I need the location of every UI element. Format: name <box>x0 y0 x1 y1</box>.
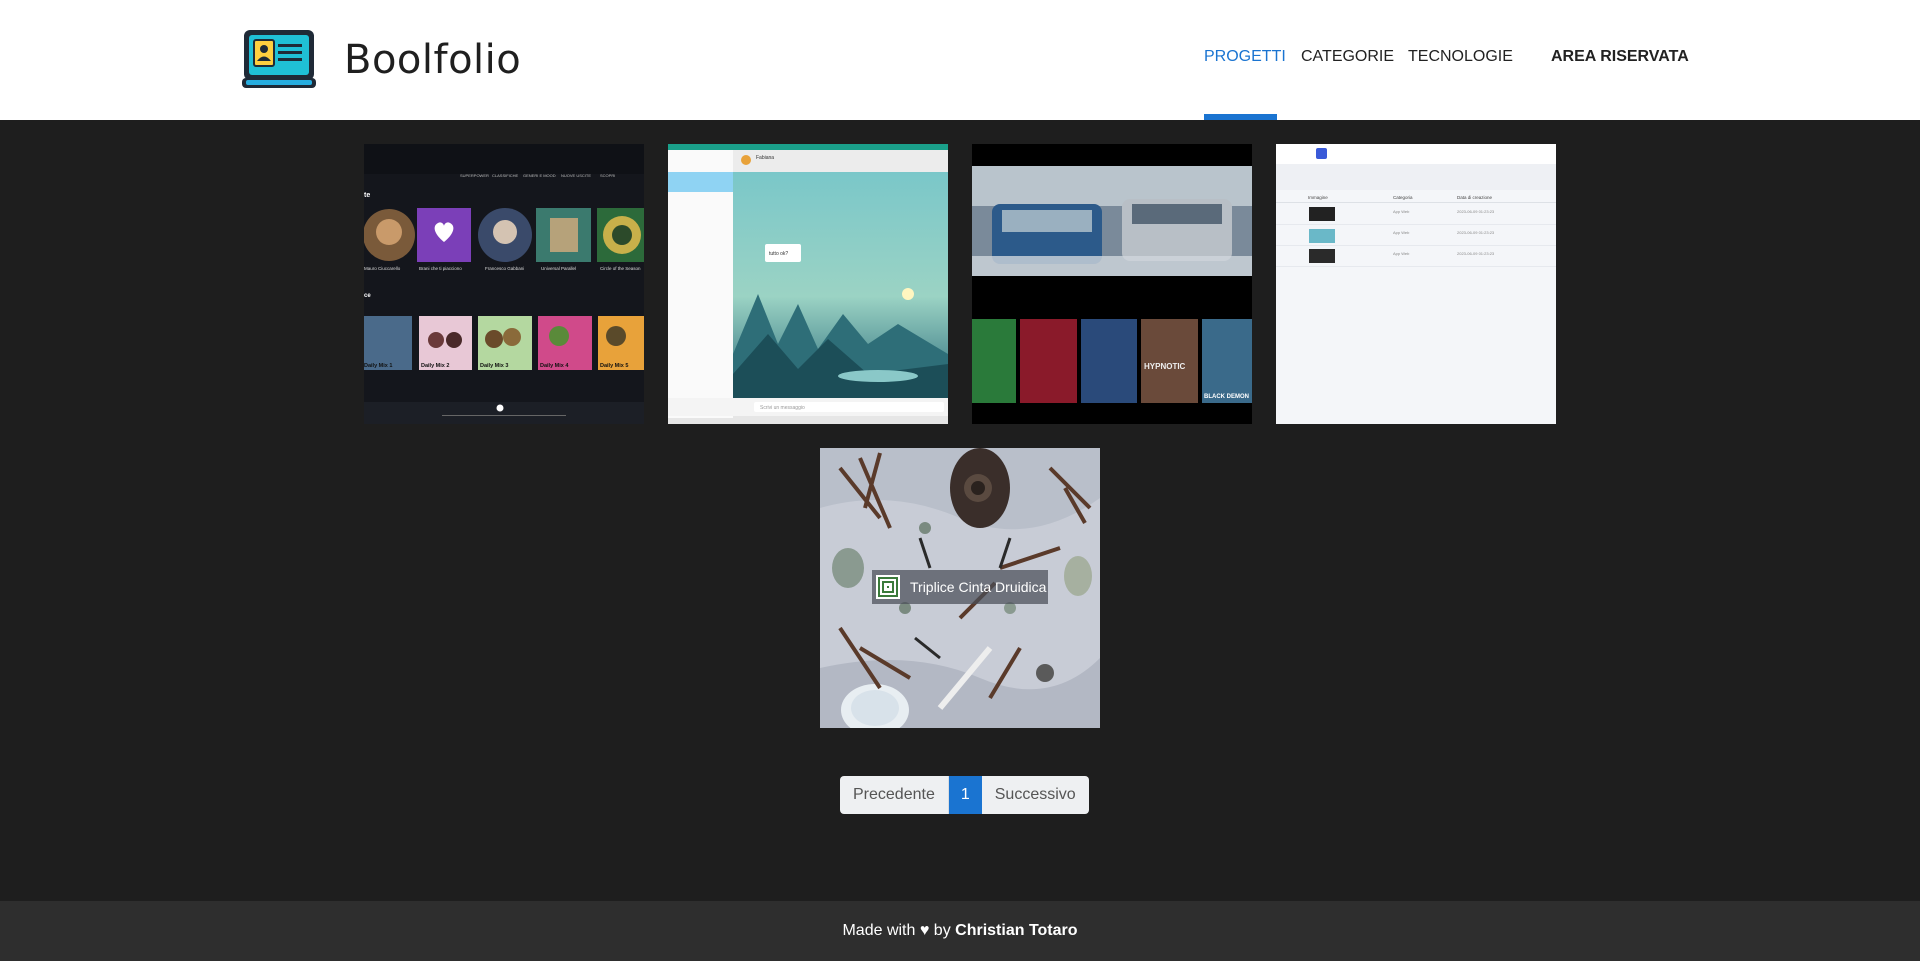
thumb-nav-4: SCOPRI <box>600 173 615 178</box>
footer-prefix: Made with <box>842 922 916 939</box>
thumb-nav-3: NUOVE USCITE <box>561 173 591 178</box>
thumb-mix-0: Daily Mix 1 <box>364 363 392 369</box>
pagination-next[interactable]: Successivo <box>981 776 1089 814</box>
svg-text:2023-06-09 01:23:23: 2023-06-09 01:23:23 <box>1457 230 1495 235</box>
project-thumbnail-movies: HYPNOTIC BLACK DEMON <box>972 144 1252 424</box>
thumb-artist-0: Mauro Ciuccarello <box>364 266 401 271</box>
brand-name: Boolfolio <box>344 37 522 83</box>
footer-by: by <box>933 922 951 939</box>
project-thumbnail-dashboard: Immagine Categoria Data di creazione App… <box>1276 144 1556 424</box>
project-overlay-label: Triplice Cinta Druidica <box>910 579 1047 595</box>
nav-item-categorie[interactable]: CATEGORIE <box>1301 48 1394 66</box>
site-footer: Made with ♥ by Christian Totaro <box>0 901 1920 961</box>
project-thumbnail-spotify: SUPERPOWER CLASSIFICHE GENERI E MOOD NUO… <box>364 144 644 424</box>
play-icon <box>496 404 504 412</box>
thumb-poster-black-demon: BLACK DEMON <box>1204 394 1249 400</box>
heart-icon: ♥ <box>919 922 930 939</box>
thumb-nav-1: CLASSIFICHE <box>492 173 519 178</box>
project-thumbnail-triplice-cinta: Triplice Cinta Druidica <box>820 448 1100 728</box>
nav-item-area-riservata[interactable]: AREA RISERVATA <box>1551 48 1689 66</box>
pagination-page-current[interactable]: 1 <box>948 776 982 814</box>
thumb-artist-1: Brani che ti piacciono <box>419 266 462 271</box>
active-nav-indicator <box>1204 114 1277 120</box>
thumb-bubble: tutto ok? <box>769 251 788 257</box>
project-card-dashboard[interactable]: Immagine Categoria Data di creazione App… <box>1276 144 1556 424</box>
thumb-composer: Scrivi un messaggio <box>760 405 805 411</box>
laptop-profile-icon <box>242 30 316 88</box>
thumb-col-1: Categoria <box>1393 195 1413 200</box>
nav-item-progetti[interactable]: PROGETTI <box>1204 48 1286 66</box>
thumb-col-2: Data di creazione <box>1457 195 1493 200</box>
thumb-artist-4: Circle of the Season <box>600 266 641 271</box>
brand-logo-link[interactable]: Boolfolio <box>240 28 521 92</box>
thumb-mix-3: Daily Mix 4 <box>540 363 569 369</box>
pagination-prev[interactable]: Precedente <box>840 776 949 814</box>
svg-text:te: te <box>364 192 370 199</box>
thumb-col-0: Immagine <box>1308 195 1328 200</box>
thumb-mix-1: Daily Mix 2 <box>421 363 449 369</box>
svg-text:App Web: App Web <box>1393 251 1410 256</box>
footer-author: Christian Totaro <box>955 922 1078 939</box>
project-card-movies[interactable]: HYPNOTIC BLACK DEMON <box>972 144 1252 424</box>
thumb-nav-2: GENERI E MOOD <box>523 173 556 178</box>
thumb-poster-hypnotic: HYPNOTIC <box>1144 362 1186 371</box>
thumb-artist-2: Francesco Gabbani <box>485 266 524 271</box>
project-card-whatsapp[interactable]: Fabiana tutto ok? Scrivi un messaggio <box>668 144 948 424</box>
nav-item-tecnologie[interactable]: TECNOLOGIE <box>1408 48 1513 66</box>
thumb-mix-4: Daily Mix 5 <box>600 363 628 369</box>
thumb-nav-0: SUPERPOWER <box>460 173 489 178</box>
svg-text:2023-06-09 01:23:23: 2023-06-09 01:23:23 <box>1457 209 1495 214</box>
svg-text:App Web: App Web <box>1393 209 1410 214</box>
project-thumbnail-whatsapp: Fabiana tutto ok? Scrivi un messaggio <box>668 144 948 424</box>
thumb-contact: Fabiana <box>756 155 774 161</box>
site-header: Boolfolio PROGETTI CATEGORIE TECNOLOGIE … <box>0 0 1920 120</box>
thumb-artist-3: Universal Parallel <box>541 266 576 271</box>
svg-text:ce: ce <box>364 293 371 299</box>
svg-text:App Web: App Web <box>1393 230 1410 235</box>
project-card-triplice-cinta[interactable]: Triplice Cinta Druidica <box>820 448 1100 728</box>
project-card-spotify[interactable]: SUPERPOWER CLASSIFICHE GENERI E MOOD NUO… <box>364 144 644 424</box>
svg-text:2023-06-09 01:23:23: 2023-06-09 01:23:23 <box>1457 251 1495 256</box>
pagination: Precedente 1 Successivo <box>840 776 1089 814</box>
thumb-mix-2: Daily Mix 3 <box>480 363 508 369</box>
